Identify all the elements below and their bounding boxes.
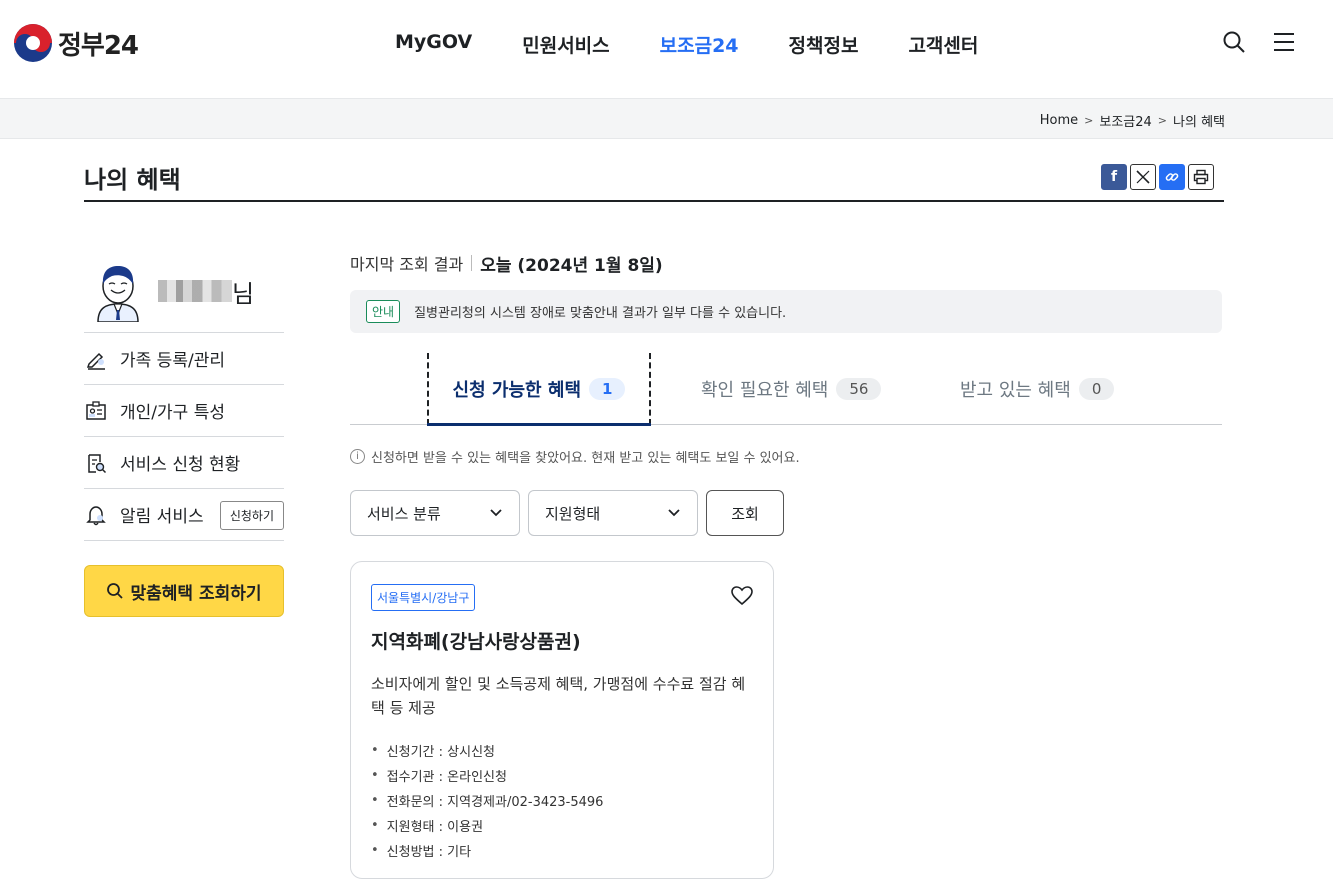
header-icons	[1222, 30, 1296, 54]
chevron-right-icon: >	[1084, 114, 1094, 127]
breadcrumb-home[interactable]: Home	[1040, 113, 1078, 128]
nav-civil-service[interactable]: 민원서비스	[522, 31, 609, 58]
share-tools: f	[1101, 164, 1214, 190]
avatar	[94, 260, 142, 323]
tab-count: 0	[1078, 378, 1115, 400]
link-copy-icon[interactable]	[1159, 164, 1185, 190]
redacted-name	[158, 280, 232, 302]
chevron-right-icon: >	[1157, 114, 1168, 127]
region-badge: 서울특별시/강남구	[371, 584, 476, 611]
last-view-label: 마지막 조회 결과	[350, 255, 464, 274]
card-title[interactable]: 지역화폐(강남사랑상품권)	[371, 627, 753, 654]
breadcrumb-current: 나의 혜택	[1173, 115, 1225, 130]
search-icon[interactable]	[1222, 30, 1246, 54]
chevron-down-icon	[668, 509, 680, 517]
print-icon[interactable]	[1188, 164, 1214, 190]
search-button-label: 맞춤혜택 조회하기	[130, 583, 262, 604]
chevron-down-icon	[490, 509, 502, 517]
hint-text: i 신청하면 받을 수 있는 혜택을 찾았어요. 현재 받고 있는 혜택도 보일…	[350, 447, 1222, 466]
notice-box: 안내 질병관리청의 시스템 장애로 맞춤안내 결과가 일부 다를 수 있습니다.	[350, 290, 1222, 333]
breadcrumb-bar: Home > 보조금24 > 나의 혜택	[0, 98, 1333, 139]
user-profile: 님	[84, 250, 284, 333]
tab-available[interactable]: 신청 가능한 혜택 1	[427, 353, 651, 426]
heart-icon[interactable]	[731, 586, 753, 606]
nav-customer-center[interactable]: 고객센터	[908, 31, 978, 58]
card-description: 소비자에게 할인 및 소득공제 혜택, 가맹점에 수수료 절감 혜택 등 제공	[371, 675, 746, 717]
notice-tag: 안내	[366, 300, 401, 323]
id-card-icon	[84, 399, 108, 423]
select-value: 서비스 분류	[367, 504, 441, 523]
nav-subsidy24[interactable]: 보조금24	[660, 31, 739, 58]
sidebar-item-label: 서비스 신청 현황	[120, 455, 241, 475]
nav-policy-info[interactable]: 정책정보	[789, 31, 859, 58]
list-item: 접수기관 : 온라인신청	[371, 763, 753, 788]
clipboard-search-icon	[84, 451, 108, 475]
taegeuk-logo-icon	[14, 24, 52, 62]
service-category-select[interactable]: 서비스 분류	[350, 490, 520, 536]
header: 정부24 MyGOV 민원서비스 보조금24 정책정보 고객센터	[0, 0, 1333, 98]
search-icon	[107, 583, 124, 599]
pencil-icon	[84, 347, 108, 371]
list-item: 신청기간 : 상시신청	[371, 738, 753, 763]
menu-icon[interactable]	[1272, 30, 1296, 54]
filter-bar: 서비스 분류 지원형태 조회	[350, 490, 1222, 536]
tab-receiving[interactable]: 받고 있는 혜택 0	[960, 353, 1115, 425]
logo-text: 정부24	[58, 30, 139, 61]
notification-apply-button[interactable]: 신청하기	[219, 501, 284, 530]
tab-label: 확인 필요한 혜택	[701, 380, 829, 401]
nav-mygov[interactable]: MyGOV	[395, 31, 472, 58]
main-nav: MyGOV 민원서비스 보조금24 정책정보 고객센터	[395, 31, 1028, 58]
sidebar-item-family[interactable]: 가족 등록/관리	[84, 333, 284, 385]
info-icon: i	[350, 449, 365, 464]
tab-needs-check[interactable]: 확인 필요한 혜택 56	[701, 353, 882, 425]
tab-label: 받고 있는 혜택	[960, 380, 1071, 401]
x-twitter-icon[interactable]	[1130, 164, 1156, 190]
bell-icon	[84, 503, 108, 527]
divider	[471, 255, 473, 271]
breadcrumb: Home > 보조금24 > 나의 혜택	[1040, 111, 1225, 130]
breadcrumb-subsidy24[interactable]: 보조금24	[1099, 111, 1151, 130]
list-item: 신청방법 : 기타	[371, 838, 753, 863]
last-view-date: 오늘 (2024년 1월 8일)	[480, 255, 663, 276]
title-divider	[84, 200, 1224, 202]
sidebar-item-label: 알림 서비스	[120, 507, 204, 527]
support-type-select[interactable]: 지원형태	[528, 490, 698, 536]
sidebar-item-notification[interactable]: 알림 서비스 신청하기	[84, 489, 284, 541]
last-view: 마지막 조회 결과 오늘 (2024년 1월 8일)	[350, 250, 1222, 276]
user-name: 님	[158, 274, 254, 309]
sidebar-item-label: 개인/가구 특성	[120, 403, 225, 423]
select-value: 지원형태	[545, 504, 601, 523]
sidebar: 님 가족 등록/관리 개인/가구 특성 서비스 신청 현황 알림 서비스 신청하…	[84, 250, 284, 617]
list-item: 지원형태 : 이용권	[371, 813, 753, 838]
logo[interactable]: 정부24	[14, 24, 139, 62]
tab-count: 56	[836, 378, 882, 400]
benefit-tabs: 신청 가능한 혜택 1 확인 필요한 혜택 56 받고 있는 혜택 0	[350, 353, 1222, 426]
custom-benefit-search-button[interactable]: 맞춤혜택 조회하기	[84, 565, 284, 617]
sidebar-item-application-status[interactable]: 서비스 신청 현황	[84, 437, 284, 489]
sidebar-item-household[interactable]: 개인/가구 특성	[84, 385, 284, 437]
query-button[interactable]: 조회	[706, 490, 784, 536]
notice-text: 질병관리청의 시스템 장애로 맞춤안내 결과가 일부 다를 수 있습니다.	[414, 306, 787, 321]
tab-label: 신청 가능한 혜택	[452, 380, 581, 401]
user-name-suffix: 님	[232, 279, 255, 308]
benefit-card[interactable]: 서울특별시/강남구 지역화폐(강남사랑상품권) 소비자에게 할인 및 소득공제 …	[350, 561, 774, 879]
sidebar-item-label: 가족 등록/관리	[120, 351, 225, 371]
list-item: 전화문의 : 지역경제과/02-3423-5496	[371, 788, 753, 813]
tab-count: 1	[589, 378, 626, 400]
facebook-icon[interactable]: f	[1101, 164, 1127, 190]
main-content: 마지막 조회 결과 오늘 (2024년 1월 8일) 안내 질병관리청의 시스템…	[350, 250, 1222, 879]
page-title: 나의 혜택	[84, 166, 181, 194]
card-details: 신청기간 : 상시신청 접수기관 : 온라인신청 전화문의 : 지역경제과/02…	[371, 738, 753, 863]
hint-label: 신청하면 받을 수 있는 혜택을 찾았어요. 현재 받고 있는 혜택도 보일 수…	[371, 451, 800, 466]
